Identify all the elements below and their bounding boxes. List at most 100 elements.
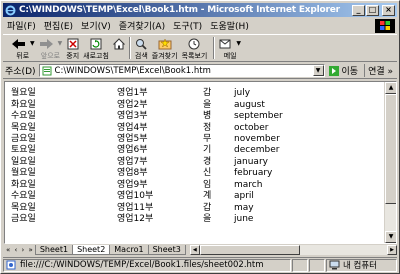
sheet-nav-arrows[interactable]: « ‹ › » bbox=[4, 246, 36, 254]
table-row: 수요일 영업3부 병 september bbox=[11, 111, 334, 122]
day-cell: 일요일 bbox=[11, 156, 36, 167]
day-cell: 토요일 bbox=[11, 145, 36, 156]
table-row: 토요일 영업6부 기 december bbox=[11, 145, 334, 156]
sheet-tab-bar: « ‹ › » Sheet1 Sheet2 Macro1 Sheet3 ◀ ▶ bbox=[4, 244, 397, 255]
h-scroll-thumb[interactable] bbox=[199, 244, 300, 255]
status-zone-pane: 내 컴퓨터 bbox=[326, 258, 397, 272]
dept-cell: 영업5부 bbox=[117, 133, 148, 144]
mail-icon: ▼ bbox=[219, 37, 241, 50]
stem-cell: 경 bbox=[203, 156, 212, 167]
link-page-icon bbox=[6, 260, 16, 270]
toolbar-separator-2 bbox=[213, 37, 216, 59]
scroll-down-button[interactable]: ▼ bbox=[385, 231, 396, 243]
day-cell: 금요일 bbox=[11, 214, 36, 225]
spreadsheet-view: 월요일 영업1부 갑 july 화요일 영업2부 을 august 수요일 영업3부 병 septem… bbox=[5, 82, 386, 243]
status-pane-2 bbox=[309, 258, 325, 272]
dept-cell: 영업7부 bbox=[117, 156, 148, 167]
table-row: 월요일 영업1부 갑 july bbox=[11, 88, 334, 99]
minimize-button[interactable]: _ bbox=[352, 4, 365, 16]
stem-cell: 무 bbox=[203, 133, 212, 144]
dept-cell: 영업3부 bbox=[117, 111, 148, 122]
stem-cell: 기 bbox=[203, 145, 212, 156]
dept-cell: 영업1부 bbox=[117, 88, 148, 99]
tab-sheet1[interactable]: Sheet1 bbox=[34, 244, 74, 255]
table-row: 금요일 영업5부 무 november bbox=[11, 134, 334, 145]
go-label: 이동 bbox=[341, 67, 359, 77]
day-cell: 금요일 bbox=[11, 133, 36, 144]
back-button[interactable]: ▼ 뒤로 bbox=[11, 35, 35, 61]
day-cell: 화요일 bbox=[11, 99, 36, 110]
mail-button[interactable]: ▼ 메일 bbox=[219, 35, 241, 61]
home-icon bbox=[112, 37, 125, 50]
search-icon bbox=[135, 37, 147, 50]
menu-view[interactable]: 보기(V) bbox=[77, 19, 115, 32]
scroll-thumb[interactable] bbox=[385, 94, 396, 204]
menu-file[interactable]: 파일(F) bbox=[3, 19, 40, 32]
standard-toolbar: ▼ 뒤로 ▼ 앞으로 중지 새로고침 검색 즐겨찾기 목록보기 ▼ 메일 bbox=[3, 34, 397, 62]
history-button[interactable]: 목록보기 bbox=[182, 35, 207, 61]
day-cell: 목요일 bbox=[11, 202, 36, 213]
maximize-button[interactable]: □ bbox=[366, 4, 379, 16]
ie-window: C:\WINDOWS\TEMP\Excel\Book1.htm - Micros… bbox=[0, 0, 400, 274]
stem-cell: 임 bbox=[203, 179, 212, 190]
forward-button[interactable]: ▼ 앞으로 bbox=[39, 35, 62, 61]
menu-edit[interactable]: 편집(E) bbox=[40, 19, 77, 32]
horizontal-scrollbar[interactable]: ◀ ▶ bbox=[189, 244, 397, 255]
day-cell: 화요일 bbox=[11, 179, 36, 190]
table-row: 월요일 영업8부 신 february bbox=[11, 168, 334, 179]
tab-sheet2[interactable]: Sheet2 bbox=[72, 244, 111, 255]
dept-cell: 영업12부 bbox=[117, 214, 154, 225]
favorites-button[interactable]: 즐겨찾기 bbox=[152, 35, 178, 61]
data-table: 월요일 영업1부 갑 july 화요일 영업2부 을 august 수요일 영업3부 병 septem… bbox=[11, 88, 334, 225]
address-bar: 주소(D) C:\WINDOWS\TEMP\Excel\Book1.htm ▼ … bbox=[3, 63, 397, 79]
vertical-scrollbar[interactable]: ▲ ▼ bbox=[384, 82, 396, 243]
address-dropdown-button[interactable]: ▼ bbox=[312, 65, 324, 76]
close-button[interactable]: × bbox=[382, 4, 395, 16]
month-cell: july bbox=[234, 88, 251, 99]
table-row: 화요일 영업9부 임 march bbox=[11, 180, 334, 191]
day-cell: 수요일 bbox=[11, 191, 36, 202]
tab-macro1[interactable]: Macro1 bbox=[109, 244, 149, 255]
back-label: 뒤로 bbox=[16, 52, 30, 60]
menu-help[interactable]: 도움말(H) bbox=[206, 19, 253, 32]
dept-cell: 영업2부 bbox=[117, 99, 148, 110]
address-label: 주소(D) bbox=[5, 67, 36, 77]
home-button[interactable] bbox=[112, 35, 125, 51]
menu-tools[interactable]: 도구(T) bbox=[169, 19, 206, 32]
status-pane-1 bbox=[292, 258, 308, 272]
status-text: file:///C:/WINDOWS/TEMP/Excel/Book1.file… bbox=[20, 260, 264, 270]
tab-sheet3[interactable]: Sheet3 bbox=[147, 244, 186, 255]
window-title: C:\WINDOWS\TEMP\Excel\Book1.htm - Micros… bbox=[19, 5, 340, 15]
dept-cell: 영업6부 bbox=[117, 145, 148, 156]
scroll-up-button[interactable]: ▲ bbox=[385, 82, 396, 94]
address-field[interactable]: C:\WINDOWS\TEMP\Excel\Book1.htm ▼ bbox=[38, 64, 325, 77]
table-row: 금요일 영업12부 을 june bbox=[11, 214, 334, 225]
month-cell: may bbox=[234, 202, 254, 213]
scroll-left-button[interactable]: ◀ bbox=[189, 244, 200, 255]
refresh-button[interactable]: 새로고침 bbox=[83, 35, 109, 61]
links-button[interactable]: 연결 » bbox=[364, 64, 393, 77]
status-main-pane: file:///C:/WINDOWS/TEMP/Excel/Book1.file… bbox=[3, 258, 291, 272]
title-bar[interactable]: C:\WINDOWS\TEMP\Excel\Book1.htm - Micros… bbox=[3, 3, 397, 17]
table-row: 수요일 영업10부 계 april bbox=[11, 191, 334, 202]
zone-text: 내 컴퓨터 bbox=[343, 261, 377, 271]
month-cell: february bbox=[234, 168, 273, 179]
scroll-right-button[interactable]: ▶ bbox=[387, 244, 397, 255]
month-cell: october bbox=[234, 122, 269, 133]
table-row: 화요일 영업2부 을 august bbox=[11, 99, 334, 110]
favorites-icon bbox=[158, 37, 172, 50]
stem-cell: 갑 bbox=[203, 88, 212, 99]
search-button[interactable]: 검색 bbox=[135, 35, 148, 61]
my-computer-icon bbox=[329, 260, 340, 270]
status-bar: file:///C:/WINDOWS/TEMP/Excel/Book1.file… bbox=[3, 257, 397, 272]
go-button[interactable]: 이동 bbox=[328, 64, 359, 77]
table-row: 목요일 영업11부 갑 may bbox=[11, 202, 334, 213]
menu-favorites[interactable]: 즐겨찾기(A) bbox=[115, 19, 169, 32]
stem-cell: 정 bbox=[203, 122, 212, 133]
dept-cell: 영업11부 bbox=[117, 202, 154, 213]
stop-icon bbox=[67, 37, 79, 50]
stop-button[interactable]: 중지 bbox=[66, 35, 79, 61]
dept-cell: 영업4부 bbox=[117, 122, 148, 133]
refresh-icon bbox=[90, 37, 102, 50]
month-cell: june bbox=[234, 214, 254, 225]
